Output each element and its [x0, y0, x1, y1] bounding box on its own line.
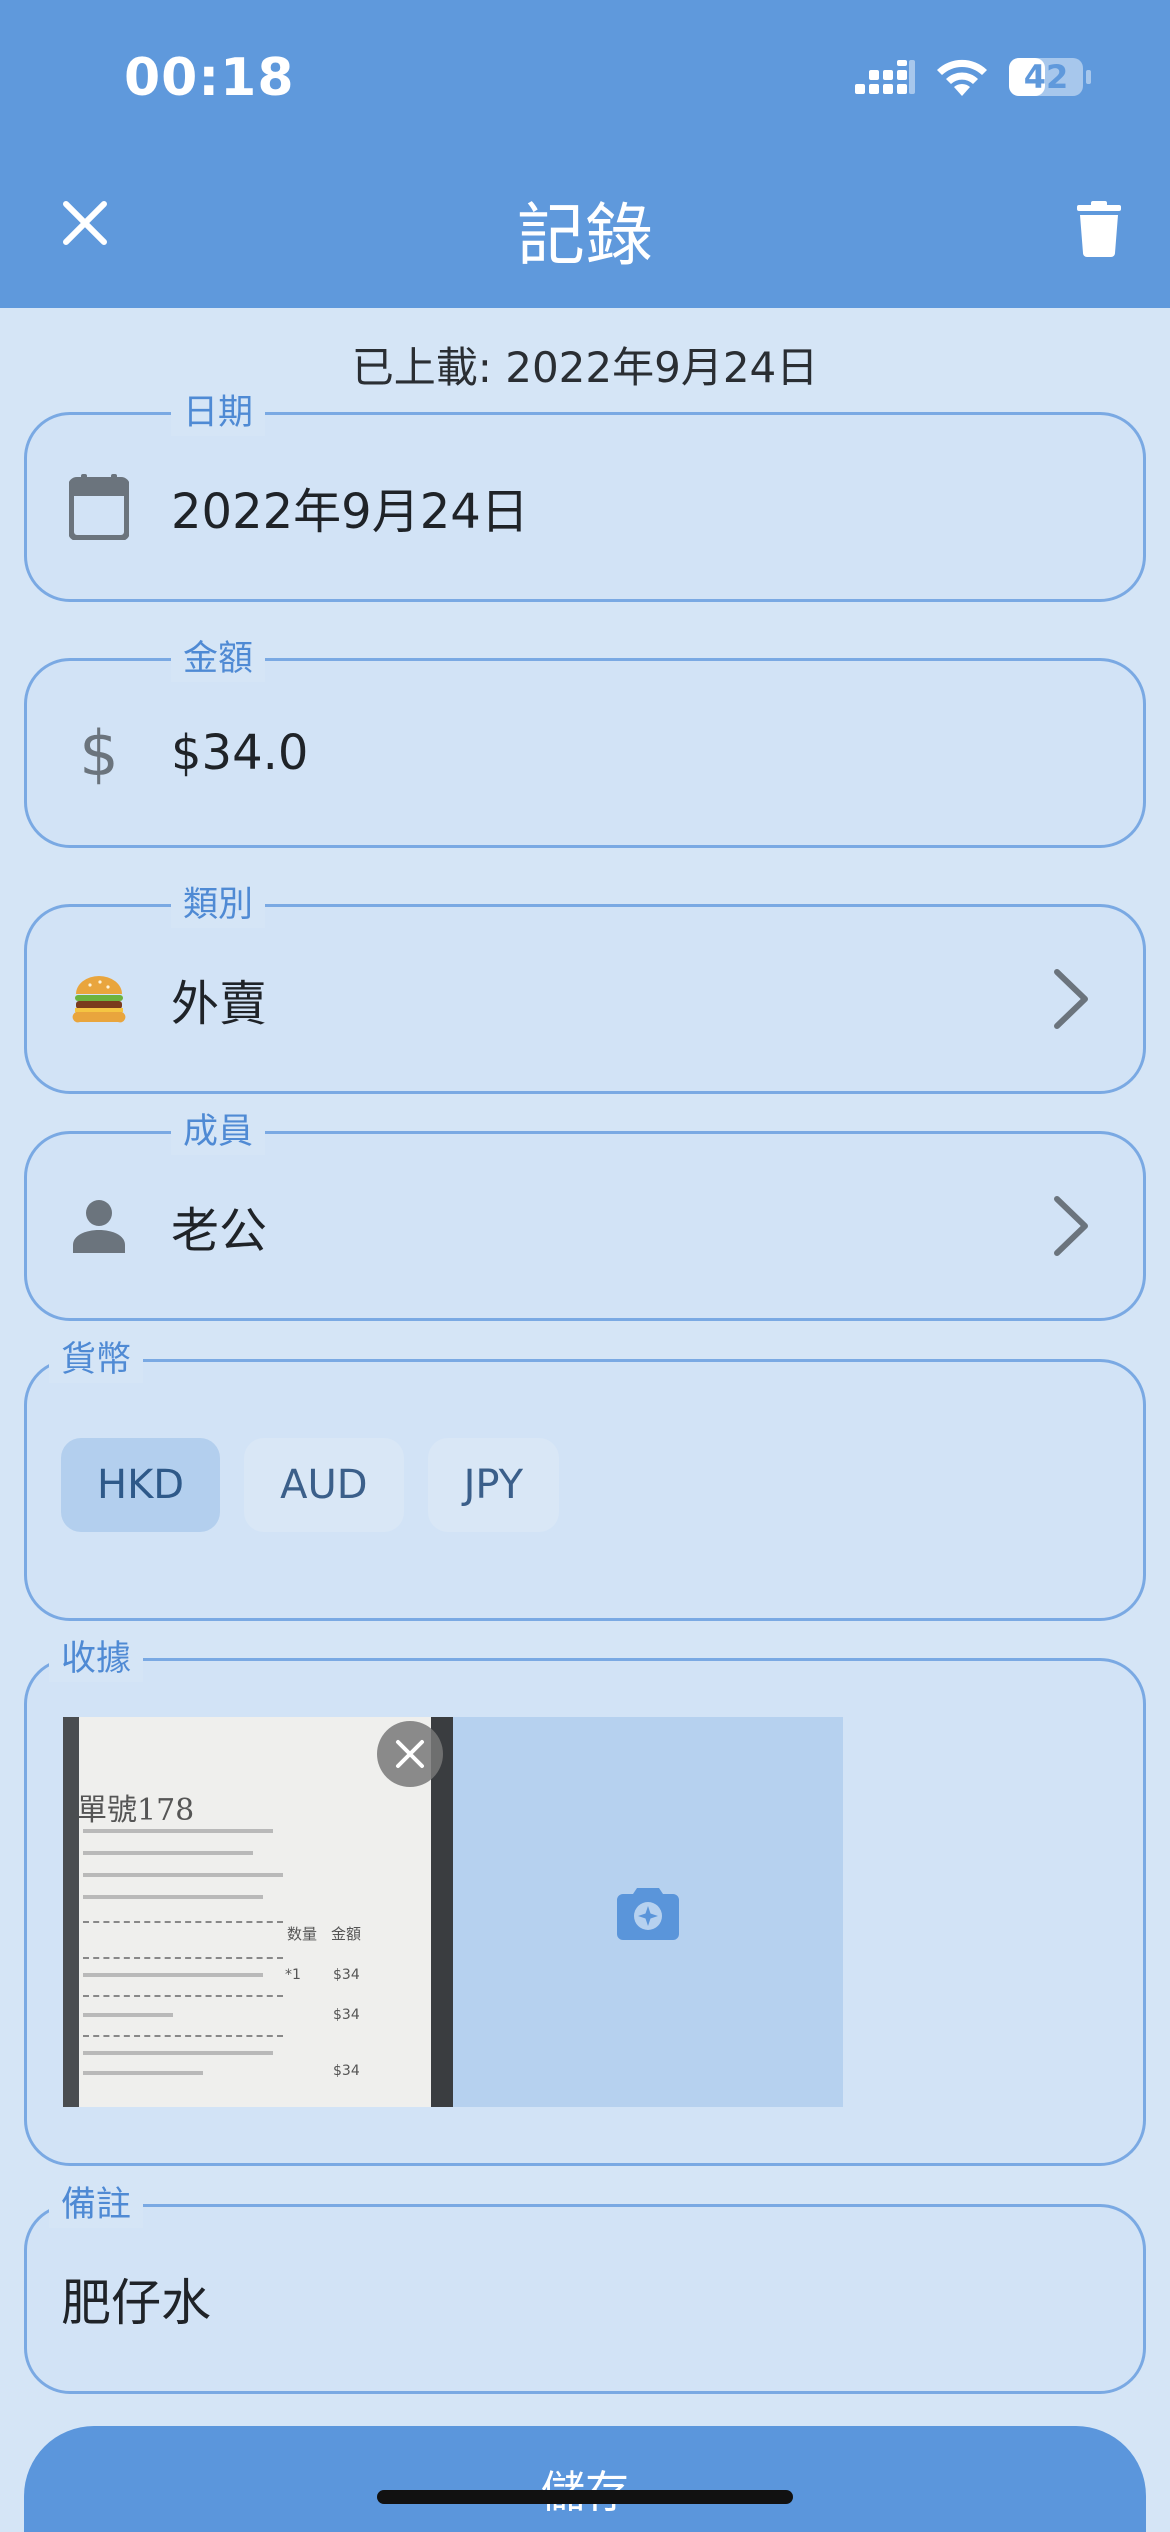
calendar-icon	[63, 471, 135, 543]
receipt-label: 收據	[49, 1636, 144, 1682]
date-label: 日期	[171, 390, 266, 436]
receipt-divider	[83, 1921, 283, 1923]
receipt-line	[83, 2051, 273, 2055]
amount-field[interactable]: 金額 $ $34.0	[24, 636, 1146, 848]
receipt-photo-line1-qty: *1	[285, 1967, 301, 1983]
category-label: 類別	[171, 882, 266, 928]
camera-icon	[617, 1888, 679, 1940]
member-label: 成員	[171, 1109, 266, 1155]
receipt-photo-col-amount: 金額	[331, 1925, 362, 1943]
close-button[interactable]	[48, 186, 122, 260]
receipt-line	[83, 1829, 273, 1833]
receipt-photo-header: 單號178	[77, 1793, 195, 1828]
home-indicator	[377, 2490, 793, 2504]
receipt-photo-col-qty: 数量	[287, 1925, 318, 1943]
delete-button[interactable]	[1060, 190, 1138, 268]
battery-icon: 42	[1008, 57, 1092, 97]
save-button-label: 儲存	[24, 2456, 1146, 2520]
receipt-field: 收據 單號178 数量 金額 *1 $34 $34 $34	[24, 1636, 1146, 2166]
amount-label: 金額	[171, 636, 266, 682]
cellular-signal-icon	[855, 60, 915, 94]
receipt-line	[83, 1973, 263, 1977]
page-title: 記錄	[516, 197, 653, 276]
remove-photo-button[interactable]	[377, 1721, 443, 1787]
receipt-line	[83, 2013, 173, 2017]
uploaded-date-text: 已上載: 2022年9月24日	[351, 343, 819, 392]
currency-chip-jpy[interactable]: JPY	[427, 1438, 560, 1532]
currency-chip-hkd[interactable]: HKD	[61, 1438, 221, 1532]
hamburger-icon	[63, 963, 135, 1035]
receipt-divider	[83, 1957, 283, 1959]
save-button[interactable]: 儲存	[24, 2426, 1146, 2532]
member-value: 老公	[171, 1203, 268, 1259]
close-icon	[396, 1740, 424, 1768]
receipt-line	[83, 1873, 283, 1877]
receipt-photo-total-amount: $34	[333, 2063, 360, 2079]
category-value: 外賣	[171, 976, 268, 1032]
status-time: 00:18	[124, 48, 295, 108]
wifi-icon	[937, 59, 987, 96]
receipt-line	[83, 2071, 203, 2075]
category-field[interactable]: 類別 外賣	[24, 882, 1146, 1094]
receipt-photo-line1-amount: $34	[333, 1967, 360, 1983]
receipt-divider	[83, 2035, 283, 2037]
trash-icon	[1077, 201, 1121, 257]
currency-chip-group: HKD AUD JPY	[61, 1438, 560, 1532]
date-field[interactable]: 日期 2022年9月24日	[24, 390, 1146, 602]
date-value: 2022年9月24日	[171, 484, 529, 540]
person-icon	[63, 1190, 135, 1262]
app-header: 00:18 42 記錄	[0, 0, 1170, 308]
chevron-right-icon	[1047, 963, 1095, 1035]
currency-chip-aud[interactable]: AUD	[244, 1438, 404, 1532]
add-photo-button[interactable]	[453, 1717, 843, 2107]
receipt-line	[83, 1851, 253, 1855]
photo-edge	[63, 1717, 79, 2107]
member-field[interactable]: 成員 老公	[24, 1109, 1146, 1321]
receipt-divider	[83, 1995, 283, 1997]
battery-level: 42	[1023, 58, 1069, 96]
note-value: 肥仔水	[61, 2274, 211, 2332]
currency-field: 貨幣 HKD AUD JPY	[24, 1337, 1146, 1621]
close-icon	[63, 201, 107, 245]
note-field[interactable]: 備註 肥仔水	[24, 2182, 1146, 2394]
receipt-photo-line2-amount: $34	[333, 2007, 360, 2023]
receipt-line	[83, 1895, 263, 1899]
chevron-right-icon	[1047, 1190, 1095, 1262]
dollar-icon: $	[79, 716, 119, 790]
note-label: 備註	[49, 2182, 144, 2228]
amount-value: $34.0	[171, 725, 309, 781]
currency-label: 貨幣	[49, 1337, 144, 1383]
